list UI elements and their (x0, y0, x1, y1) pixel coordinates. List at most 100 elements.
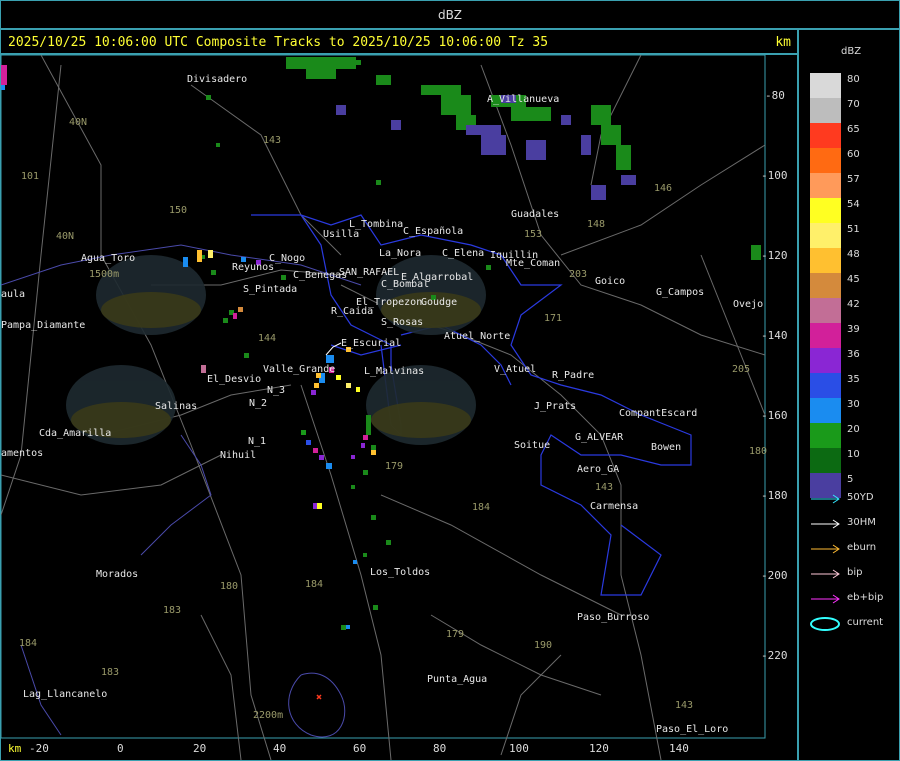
dbz-level-label: 51 (847, 224, 860, 235)
place-label: R_Padre (552, 370, 595, 381)
place-label: La_Nora (379, 248, 422, 259)
dbz-level-label: 60 (847, 149, 860, 160)
place-label: S_Pintada (243, 284, 298, 295)
place-label: aula (1, 289, 26, 300)
dbz-swatch (810, 123, 841, 148)
dbz-swatch (810, 398, 841, 423)
place-label: amentos (1, 448, 44, 459)
place-label: Atuel_Norte (444, 331, 511, 342)
place-label: G_Campos (656, 287, 705, 298)
place-label: Guadales (511, 209, 560, 220)
place-label: Nihuil (220, 450, 257, 461)
place-label: G_ALVEAR (575, 432, 624, 443)
place-label: Aero_GA (577, 464, 620, 475)
place-label: V_Atuel (494, 364, 537, 375)
dbz-swatch (810, 298, 841, 323)
route-label: 146 (654, 183, 673, 194)
place-label: J_Prats (534, 401, 577, 412)
dbz-level-label: 65 (847, 124, 860, 135)
route-label: 144 (258, 333, 277, 344)
current-ellipse-icon (810, 617, 840, 631)
track-label: bip (847, 567, 863, 578)
track-arrow-icon (811, 544, 840, 554)
dbz-swatch (810, 148, 841, 173)
place-label: S_Rosas (381, 317, 424, 328)
radar-map-panel[interactable]: Divisadero 40N 101 40N Agua_Toro 1500m a… (0, 54, 798, 761)
route-label: 179 (446, 629, 465, 640)
place-label: Usilla (323, 229, 360, 240)
place-label: Soitue (514, 440, 551, 451)
x-tick: -20 (29, 742, 49, 755)
dbz-level-label: 48 (847, 249, 860, 260)
place-label: E_Escurial (341, 338, 402, 349)
dbz-swatch (810, 248, 841, 273)
place-label: Goico (595, 276, 626, 287)
dbz-level-label: 80 (847, 74, 860, 85)
place-label: CompantEscard (619, 408, 698, 419)
y-tick: -220 (761, 649, 788, 662)
route-label: 180 (749, 446, 768, 457)
track-arrow-icon (811, 494, 840, 504)
x-tick: 20 (193, 742, 207, 755)
echo-cells (201, 95, 761, 630)
dbz-swatch (810, 323, 841, 348)
dbz-swatch (810, 98, 841, 123)
header-unit: km (775, 35, 791, 50)
route-label: 183 (163, 605, 182, 616)
route-label: 1500m (89, 269, 120, 280)
y-tick: -180 (761, 489, 788, 502)
x-tick: 0 (117, 742, 124, 755)
track-arrow-icon (811, 569, 840, 579)
x-tick: 60 (353, 742, 367, 755)
route-label: 143 (675, 700, 694, 711)
route-label: 150 (169, 205, 188, 216)
y-tick: -80 (765, 89, 785, 102)
place-label: Lag_Llancanelo (23, 689, 108, 700)
window-title: dBZ (437, 8, 463, 22)
dbz-level-label: 42 (847, 299, 860, 310)
dbz-swatch (810, 198, 841, 223)
place-label: L_Malvinas (364, 366, 425, 377)
place-label: Mte_Coman (506, 258, 561, 269)
echo-cells-strong (1, 65, 376, 629)
route-label: 183 (101, 667, 120, 678)
place-label: Cda_Amarilla (39, 428, 112, 439)
dbz-swatch (810, 273, 841, 298)
route-label: 171 (544, 313, 563, 324)
track-arrow-icon (811, 519, 840, 529)
place-label: Carmensa (590, 501, 639, 512)
y-tick: -140 (761, 329, 788, 342)
place-label: Reyunos (232, 262, 275, 273)
route-label: 205 (732, 364, 751, 375)
dbz-swatch (810, 423, 841, 448)
route-label: 148 (587, 219, 606, 230)
track-label: 50YD (847, 492, 874, 503)
place-label: Pampa_Diamante (1, 320, 86, 331)
place-label: N_1 (248, 436, 267, 447)
route-label: 143 (263, 135, 282, 146)
place-label: Valle_Grande (263, 364, 336, 375)
composite-title: 2025/10/25 10:06:00 UTC Composite Tracks… (8, 35, 549, 50)
route-label: 190 (534, 640, 553, 651)
y-tick: -120 (761, 249, 788, 262)
route-label: 180 (220, 581, 239, 592)
route-label: 153 (524, 229, 543, 240)
place-label: Divisadero (187, 74, 248, 85)
place-label: Agua_Toro (81, 253, 136, 264)
route-label: 203 (569, 269, 588, 280)
storm-track (325, 342, 342, 356)
dbz-swatch (810, 448, 841, 473)
x-tick: 100 (509, 742, 529, 755)
place-label: C_Española (403, 226, 464, 237)
dbz-swatch (810, 223, 841, 248)
dbz-level-label: 35 (847, 374, 860, 385)
place-label: Goudge (421, 297, 458, 308)
y-tick: -160 (761, 409, 788, 422)
route-label: 2200m (253, 710, 284, 721)
place-label: L_Tombina (349, 219, 404, 230)
place-label: SAN_RAFAEL (339, 267, 400, 278)
dbz-swatch (810, 73, 841, 98)
window-title-bar: dBZ (0, 0, 900, 29)
place-label: Punta_Agua (427, 674, 488, 685)
x-tick: 140 (669, 742, 689, 755)
